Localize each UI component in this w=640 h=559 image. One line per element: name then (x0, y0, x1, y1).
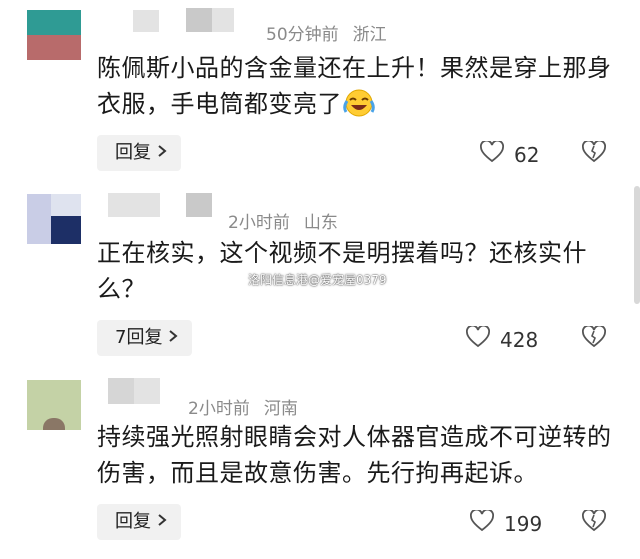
heart-outline-icon (480, 139, 504, 168)
dislike-button[interactable] (582, 508, 606, 536)
username-redacted (108, 378, 134, 404)
reply-label: 7回复 (115, 327, 163, 348)
username-redacted (134, 378, 160, 404)
reply-label: 回复 (115, 142, 151, 163)
comment-time: 2小时前 (228, 213, 290, 233)
username-redacted (108, 193, 134, 217)
like-count: 62 (514, 142, 540, 167)
dislike-button[interactable] (582, 324, 606, 352)
comment-meta: 50分钟前 浙江 (266, 20, 387, 45)
heart-outline-icon (466, 324, 490, 353)
comment-location: 山东 (303, 213, 338, 233)
reply-button[interactable]: 7回复 (97, 320, 193, 356)
like-button[interactable]: 62 (480, 139, 540, 168)
comment-meta: 2小时前 河南 (188, 394, 298, 419)
username-redacted (133, 10, 159, 32)
comment-text: 持续强光照射眼睛会对人体器官造成不可逆转的伤害，而且是故意伤害。先行拘再起诉。 (97, 423, 612, 487)
reply-label: 回复 (115, 511, 151, 532)
like-button[interactable]: 199 (470, 508, 543, 537)
like-button[interactable]: 428 (466, 324, 539, 353)
broken-heart-icon (582, 139, 606, 167)
like-count: 199 (504, 511, 543, 536)
scrollbar[interactable] (634, 186, 640, 304)
comment-text: 陈佩斯小品的含金量还在上升！果然是穿上那身衣服，手电筒都变亮了 (97, 50, 617, 128)
heart-outline-icon (470, 508, 494, 537)
reply-button[interactable]: 回复 (97, 504, 181, 540)
reply-button[interactable]: 回复 (97, 135, 181, 171)
chevron-right-icon (157, 135, 167, 171)
watermark: 洛阳信息港@爱宠屋0379 (248, 273, 387, 287)
broken-heart-icon (582, 508, 606, 536)
comment-location: 浙江 (352, 25, 387, 45)
dislike-button[interactable] (582, 139, 606, 167)
laughing-crying-emoji-icon (342, 88, 376, 128)
like-count: 428 (500, 327, 539, 352)
username-redacted (134, 193, 160, 217)
avatar[interactable] (27, 194, 81, 244)
comment-time: 50分钟前 (266, 25, 339, 45)
avatar[interactable] (27, 380, 81, 430)
username-redacted (186, 193, 212, 217)
username-redacted (186, 8, 212, 32)
broken-heart-icon (582, 324, 606, 352)
comment-meta: 2小时前 山东 (228, 208, 338, 233)
comment-time: 2小时前 (188, 399, 250, 419)
chevron-right-icon (168, 320, 179, 356)
comment-location: 河南 (263, 399, 298, 419)
chevron-right-icon (157, 504, 167, 540)
username-redacted (212, 8, 234, 32)
avatar[interactable] (27, 10, 81, 60)
